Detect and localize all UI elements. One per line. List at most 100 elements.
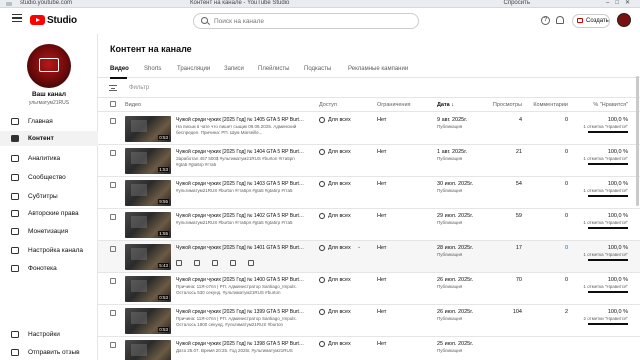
comments[interactable]: 0	[565, 213, 568, 219]
scrollbar[interactable]	[636, 76, 639, 206]
video-thumbnail[interactable]: 9:55	[125, 180, 171, 206]
video-thumbnail[interactable]: 1:55	[125, 212, 171, 238]
filter-bar[interactable]: Фильтр	[98, 78, 640, 98]
notifications-icon[interactable]	[556, 16, 564, 24]
comments[interactable]: 2	[565, 309, 568, 315]
video-title[interactable]: Чужой среди чужих [2025 Год] № 1398 GTA …	[176, 341, 304, 347]
likes-percent: 100,0 %	[607, 277, 628, 283]
sidebar-item[interactable]: Монетизация	[0, 224, 98, 239]
col-views[interactable]: Просмотры	[493, 102, 522, 108]
table-row[interactable]: 9:55 Чужой среди чужих [2025 Год] № 1403 …	[98, 177, 640, 209]
date: 25 июл. 2025г.	[437, 341, 474, 347]
sidebar-bottom-item[interactable]: Отправить отзыв	[0, 345, 98, 360]
sidebar-bottom-item[interactable]: Настройки	[0, 327, 98, 342]
row-checkbox[interactable]	[110, 246, 116, 252]
row-checkbox[interactable]	[110, 342, 116, 348]
table-row[interactable]: 1:53 Чужой среди чужих [2025 Год] № 1404 …	[98, 145, 640, 177]
row-checkbox[interactable]	[110, 278, 116, 284]
content-tab[interactable]: Видео	[110, 66, 129, 72]
sidebar-item-label: Субтитры	[28, 193, 58, 200]
table-row[interactable]: 5:43 Чужой среди чужих [2025 Год] № 1401 …	[98, 241, 640, 273]
hamburger-menu-icon[interactable]	[12, 14, 22, 22]
table-row[interactable]: 1:55 Чужой среди чужих [2025 Год] № 1402 …	[98, 209, 640, 241]
video-title[interactable]: Чужой среди чужих [2025 Год] № 1403 GTA …	[176, 181, 304, 187]
content-tab[interactable]: Shorts	[144, 66, 161, 72]
video-title[interactable]: Чужой среди чужих [2025 Год] № 1405 GTA …	[176, 117, 304, 123]
sidebar-item[interactable]: Субтитры	[0, 189, 98, 204]
sidebar-item[interactable]: Фонотека	[0, 261, 98, 276]
search-input[interactable]	[214, 16, 404, 26]
globe-icon	[319, 245, 325, 251]
visibility-label: Для всех	[328, 245, 351, 251]
col-restrictions[interactable]: Ограничения	[377, 102, 411, 108]
select-all-checkbox[interactable]	[110, 101, 116, 107]
filter-label[interactable]: Фильтр	[129, 85, 149, 91]
col-likes[interactable]: % "Нравится"	[593, 102, 628, 108]
col-comments[interactable]: Комментарии	[533, 102, 568, 108]
col-access[interactable]: Доступ	[319, 102, 337, 108]
sidebar-item[interactable]: Авторские права	[0, 206, 98, 221]
chevron-down-icon[interactable]: ⌄	[357, 244, 361, 250]
content-tab[interactable]: Плейлисты	[258, 66, 289, 72]
video-thumbnail[interactable]: 0:53	[125, 116, 171, 142]
filter-icon[interactable]	[109, 85, 117, 91]
video-duration: 0:53	[158, 327, 169, 332]
comments[interactable]: 0	[565, 149, 568, 155]
sidebar-item[interactable]: Аналитика	[0, 151, 98, 166]
channel-avatar[interactable]	[27, 44, 71, 88]
sidebar-item[interactable]: Настройка канала	[0, 243, 98, 258]
table-row[interactable]: Чужой среди чужих [2025 Год] № 1398 GTA …	[98, 337, 640, 360]
video-title[interactable]: Чужой среди чужих [2025 Год] № 1399 GTA …	[176, 309, 304, 315]
content-tab[interactable]: Трансляции	[177, 66, 210, 72]
video-thumbnail[interactable]: 5:43	[125, 244, 171, 270]
table-row[interactable]: 0:53 Чужой среди чужих [2025 Год] № 1405 …	[98, 113, 640, 145]
video-thumbnail[interactable]: 0:53	[125, 276, 171, 302]
video-description: Причина: 11Я-о7пп | РП. Администратор Sa…	[176, 316, 297, 327]
content-tab[interactable]: Записи	[224, 66, 244, 72]
comments[interactable]: 0	[565, 117, 568, 123]
comments[interactable]: 0	[565, 181, 568, 187]
comments-icon[interactable]	[212, 260, 218, 266]
ask-extension[interactable]: Спросить	[504, 0, 530, 7]
address-bar[interactable]: studio.youtube.com	[20, 0, 72, 7]
edit-icon[interactable]	[176, 260, 182, 266]
table-row[interactable]: 0:53 Чужой среди чужих [2025 Год] № 1399 …	[98, 305, 640, 337]
row-checkbox[interactable]	[110, 150, 116, 156]
account-avatar[interactable]	[617, 13, 631, 27]
help-icon[interactable]: ?	[541, 16, 550, 25]
video-thumbnail[interactable]: 1:53	[125, 148, 171, 174]
video-thumbnail[interactable]	[125, 340, 171, 360]
tab-title[interactable]: Контент на канале - YouTube Studio	[190, 0, 289, 7]
create-button[interactable]: Создать	[572, 14, 610, 28]
youtube-icon[interactable]	[230, 260, 236, 266]
row-checkbox[interactable]	[110, 182, 116, 188]
content-tab[interactable]: Подкасты	[304, 66, 331, 72]
likes-percent: 100,0 %	[607, 245, 628, 251]
video-title[interactable]: Чужой среди чужих [2025 Год] № 1404 GTA …	[176, 149, 304, 155]
row-checkbox[interactable]	[110, 310, 116, 316]
video-thumbnail[interactable]: 0:53	[125, 308, 171, 334]
col-date[interactable]: Дата ↓	[437, 102, 454, 108]
analytics-icon[interactable]	[194, 260, 200, 266]
table-header: Видео Доступ Ограничения Дата ↓ Просмотр…	[98, 98, 640, 112]
comments[interactable]: 0	[565, 245, 568, 251]
search-icon[interactable]	[201, 17, 208, 24]
window-controls[interactable]: –□✕	[606, 0, 636, 7]
table-row[interactable]: 0:53 Чужой среди чужих [2025 Год] № 1400 …	[98, 273, 640, 305]
comments[interactable]: 0	[565, 277, 568, 283]
likes-bar	[588, 291, 628, 293]
row-checkbox[interactable]	[110, 214, 116, 220]
page-title: Контент на канале	[110, 44, 192, 54]
restrictions: Нет	[377, 117, 387, 123]
sidebar-item[interactable]: Главная	[0, 114, 98, 129]
sidebar-item[interactable]: Сообщество	[0, 170, 98, 185]
more-icon[interactable]	[248, 260, 254, 266]
row-checkbox[interactable]	[110, 118, 116, 124]
date: 9 авг. 2025г.	[437, 117, 468, 123]
video-title[interactable]: Чужой среди чужих [2025 Год] № 1402 GTA …	[176, 213, 304, 219]
sidebar-item[interactable]: Контент	[0, 131, 98, 146]
video-title[interactable]: Чужой среди чужих [2025 Год] № 1400 GTA …	[176, 277, 304, 283]
video-title[interactable]: Чужой среди чужих [2025 Год] № 1401 GTA …	[176, 245, 304, 251]
studio-logo[interactable]: Studio	[30, 14, 77, 26]
content-tab[interactable]: Рекламные кампании	[348, 66, 408, 72]
